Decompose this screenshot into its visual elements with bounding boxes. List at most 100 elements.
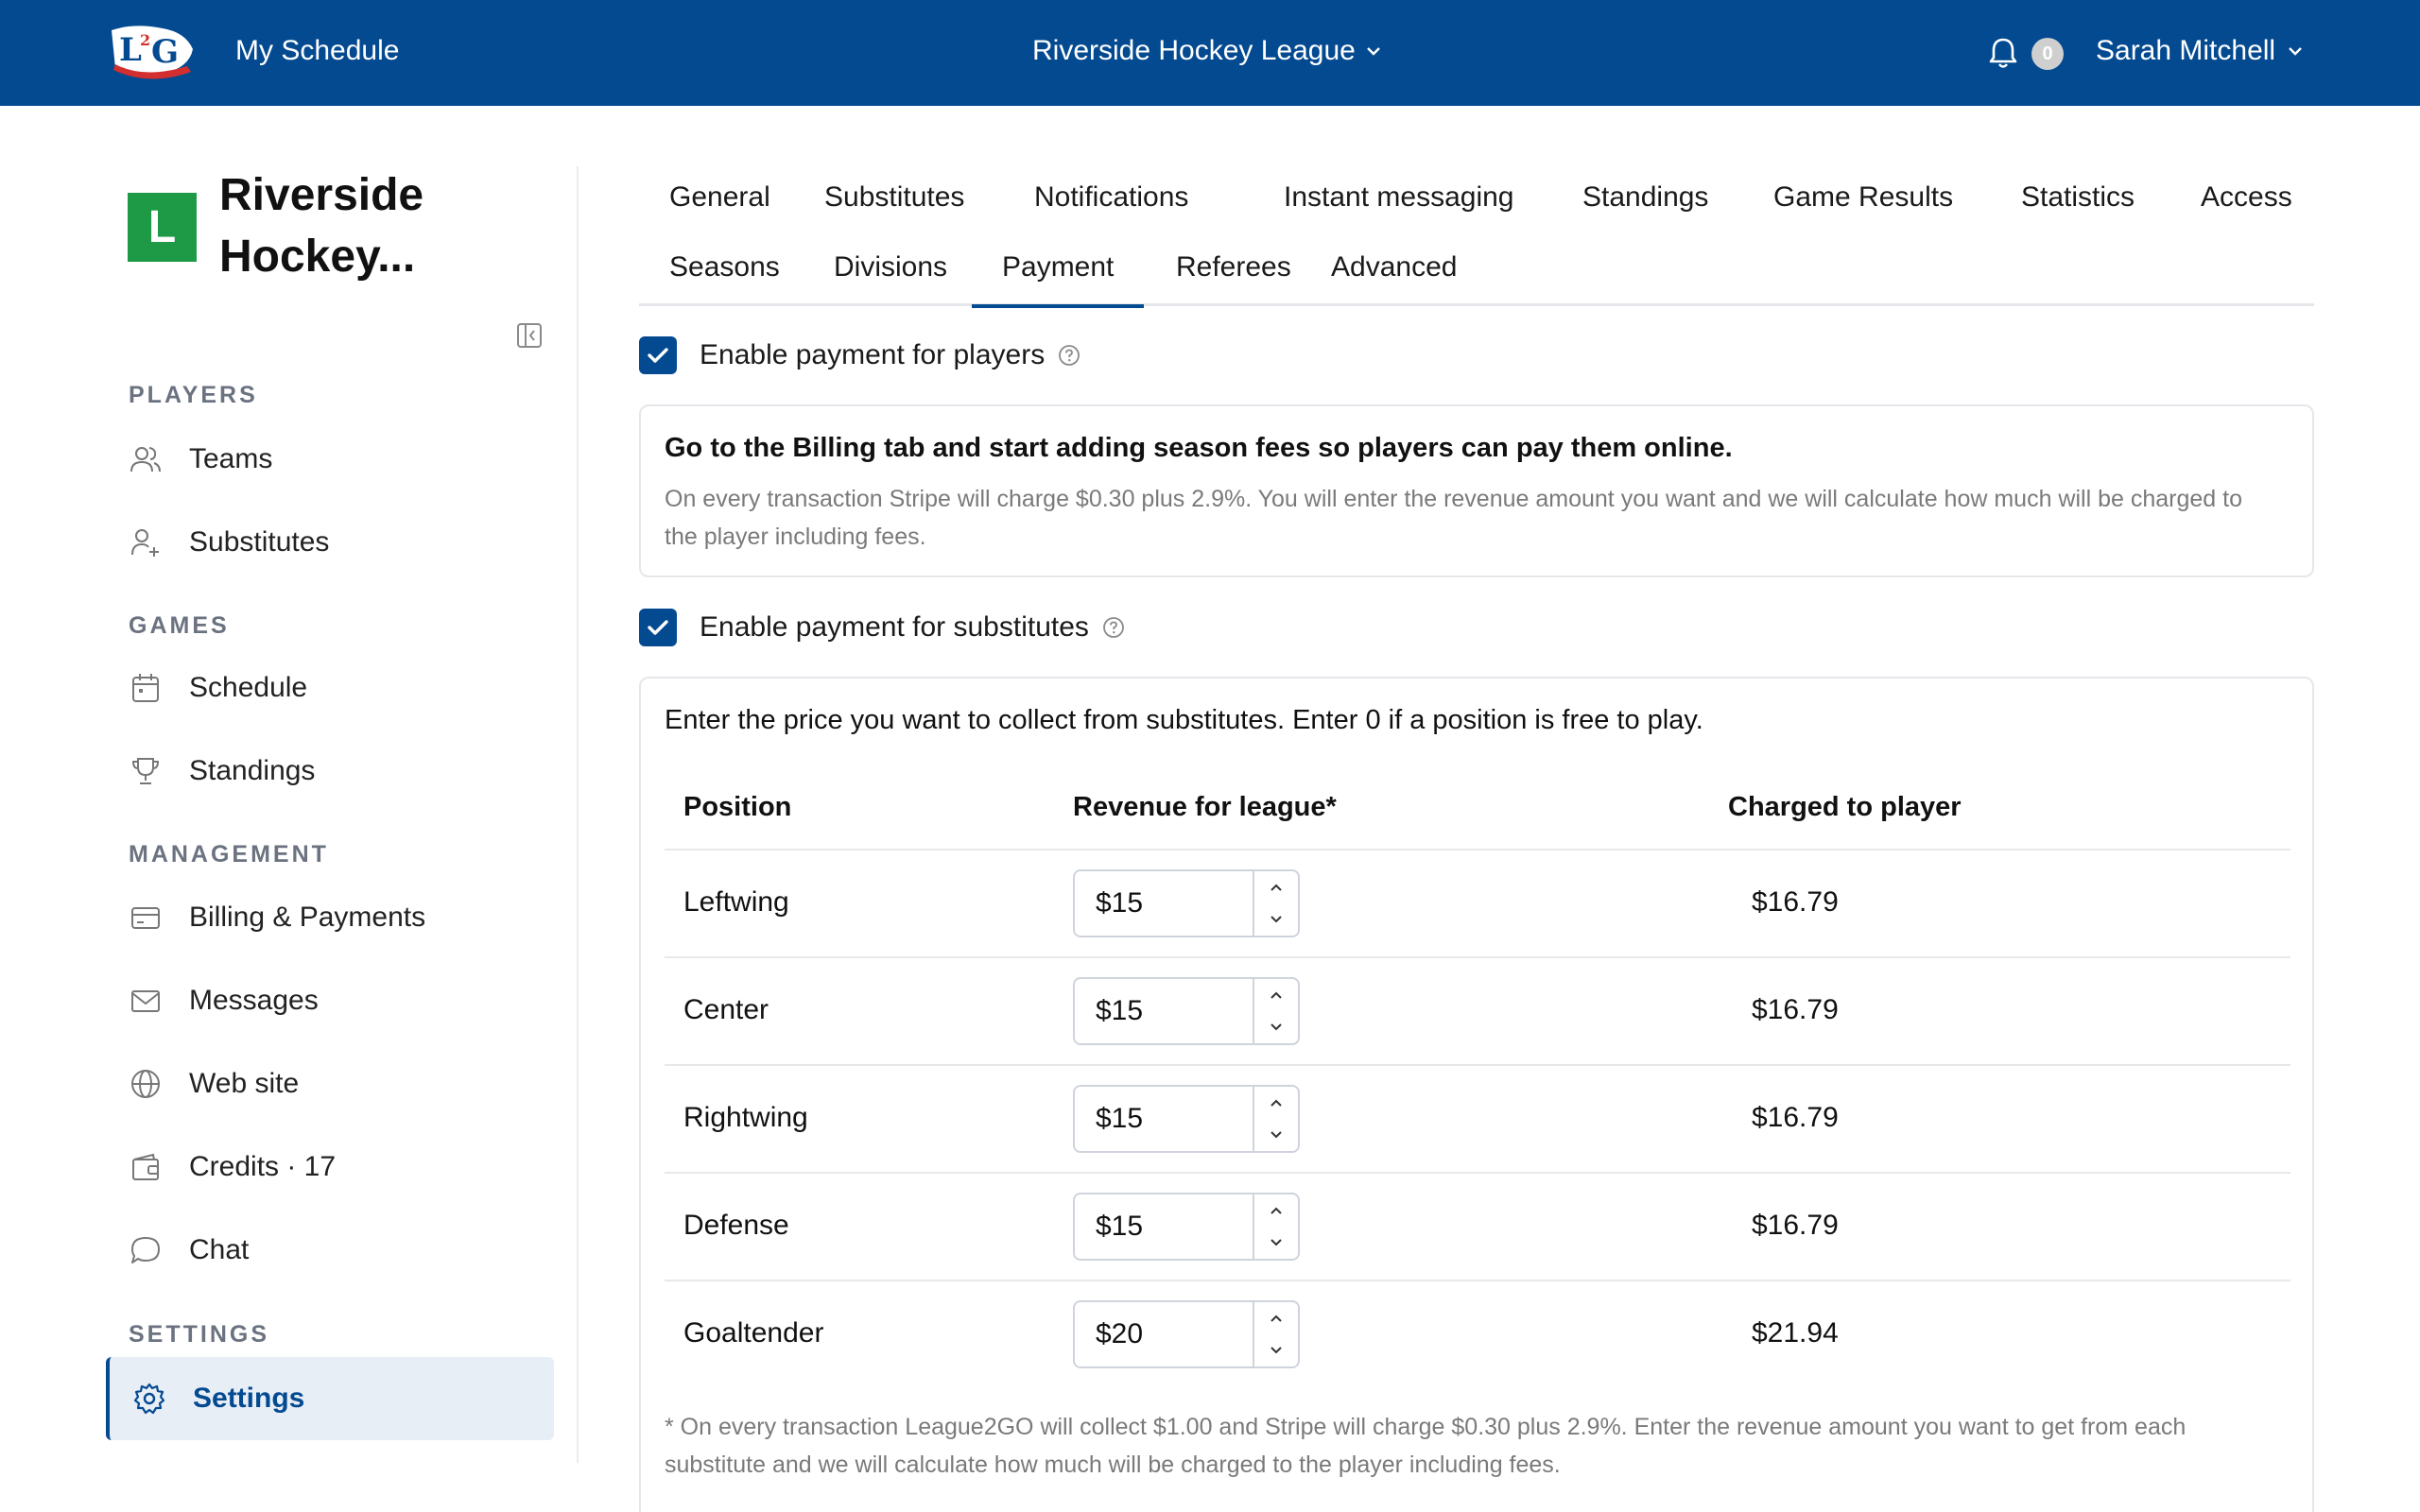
revenue-input[interactable]: $15 — [1075, 871, 1253, 936]
substitutes-pricing-box: Enter the price you want to collect from… — [639, 677, 2314, 1512]
sidebar-item-label: Teams — [189, 443, 273, 474]
decrement-button[interactable] — [1254, 1227, 1298, 1259]
tab-game-results[interactable]: Game Results — [1743, 174, 1983, 221]
enable-payment-players-checkbox[interactable]: Enable payment for players — [639, 336, 1080, 374]
increment-button[interactable] — [1254, 1302, 1298, 1334]
tab-standings[interactable]: Standings — [1552, 174, 1738, 221]
league-name: Riverside Hockey League — [1032, 35, 1356, 66]
tab-general[interactable]: General — [639, 174, 801, 221]
info-title: Go to the Billing tab and start adding s… — [665, 433, 1733, 463]
charged-to-player: $16.79 — [1752, 1102, 1839, 1133]
checkbox-checked[interactable] — [639, 336, 677, 374]
chevron-down-icon — [1270, 1347, 1282, 1354]
tab-referees[interactable]: Referees — [1146, 244, 1322, 291]
section-title-management: MANAGEMENT — [129, 841, 329, 868]
mail-icon — [131, 990, 160, 1012]
charged-to-player: $16.79 — [1752, 886, 1839, 918]
settings-tabs: General Substitutes Notifications Instan… — [639, 170, 2314, 308]
revenue-input[interactable]: $20 — [1075, 1302, 1253, 1366]
section-title-settings: SETTINGS — [129, 1321, 270, 1348]
chevron-down-icon — [1270, 1239, 1282, 1246]
sidebar-item-substitutes[interactable]: Substitutes — [106, 502, 554, 583]
chevron-up-icon — [1270, 991, 1282, 999]
increment-button[interactable] — [1254, 979, 1298, 1011]
tab-statistics[interactable]: Statistics — [1991, 174, 2165, 221]
increment-button[interactable] — [1254, 1194, 1298, 1227]
position-name: Rightwing — [683, 1102, 808, 1133]
chevron-up-icon — [1270, 1099, 1282, 1107]
decrement-button[interactable] — [1254, 903, 1298, 936]
sidebar-divider — [577, 166, 579, 1463]
tab-substitutes[interactable]: Substitutes — [794, 174, 994, 221]
decrement-button[interactable] — [1254, 1119, 1298, 1151]
gear-icon — [133, 1383, 165, 1415]
tab-access[interactable]: Access — [2170, 174, 2323, 221]
revenue-stepper[interactable]: $15 — [1073, 1085, 1300, 1153]
checkbox-checked[interactable] — [639, 609, 677, 646]
sidebar-item-schedule[interactable]: Schedule — [106, 647, 554, 729]
help-circle-icon[interactable] — [1102, 616, 1125, 639]
decrement-button[interactable] — [1254, 1334, 1298, 1366]
chevron-up-icon — [1270, 1314, 1282, 1322]
table-row: Defense $15 $16.79 — [665, 1172, 2290, 1280]
sidebar-item-standings[interactable]: Standings — [106, 730, 554, 812]
enable-payment-substitutes-checkbox[interactable]: Enable payment for substitutes — [639, 609, 1125, 646]
sidebar-item-billing[interactable]: Billing & Payments — [106, 877, 554, 958]
sidebar-item-messages[interactable]: Messages — [106, 960, 554, 1041]
increment-button[interactable] — [1254, 871, 1298, 903]
checkmark-icon — [648, 620, 668, 635]
sidebar-item-label: Web site — [189, 1068, 300, 1099]
chat-bubble-icon — [131, 1237, 160, 1263]
subs-intro-text: Enter the price you want to collect from… — [665, 705, 1703, 735]
tab-notifications[interactable]: Notifications — [1004, 174, 1219, 221]
revenue-stepper[interactable]: $20 — [1073, 1300, 1300, 1368]
players-payment-info: Go to the Billing tab and start adding s… — [639, 404, 2314, 577]
revenue-input[interactable]: $15 — [1075, 1087, 1253, 1151]
revenue-stepper[interactable]: $15 — [1073, 1193, 1300, 1261]
chevron-down-icon — [1367, 47, 1380, 56]
sidebar-item-chat[interactable]: Chat — [106, 1210, 554, 1291]
revenue-stepper[interactable]: $15 — [1073, 977, 1300, 1045]
tab-advanced[interactable]: Advanced — [1301, 244, 1487, 291]
checkbox-label: Enable payment for players — [700, 339, 1046, 370]
sidebar-item-label: Substitutes — [189, 526, 330, 558]
sidebar-item-label: Billing & Payments — [189, 902, 426, 933]
revenue-input[interactable]: $15 — [1075, 979, 1253, 1043]
org-name: Riverside Hockey... — [219, 170, 424, 282]
tab-divisions[interactable]: Divisions — [804, 244, 977, 291]
league2go-logo[interactable]: L 2 G — [106, 21, 199, 81]
table-row: Center $15 $16.79 — [665, 956, 2290, 1064]
checkmark-icon — [648, 348, 668, 363]
credit-card-icon — [131, 907, 160, 929]
position-name: Center — [683, 994, 769, 1025]
revenue-input[interactable]: $15 — [1075, 1194, 1253, 1259]
info-text: On every transaction Stripe will charge … — [665, 486, 2242, 550]
user-menu[interactable]: Sarah Mitchell — [2096, 34, 2304, 68]
globe-icon — [131, 1070, 160, 1098]
chevron-down-icon — [1270, 1131, 1282, 1139]
sidebar-item-teams[interactable]: Teams — [106, 419, 554, 500]
tab-seasons[interactable]: Seasons — [639, 244, 810, 291]
svg-text:L: L — [119, 31, 142, 69]
help-circle-icon[interactable] — [1058, 344, 1080, 367]
trophy-icon — [131, 758, 160, 784]
sidebar-item-website[interactable]: Web site — [106, 1043, 554, 1125]
calendar-icon — [132, 674, 159, 702]
position-name: Leftwing — [683, 886, 789, 918]
svg-text:G: G — [151, 33, 179, 71]
league-selector[interactable]: Riverside Hockey League — [1032, 34, 1382, 68]
increment-button[interactable] — [1254, 1087, 1298, 1119]
tab-instant-messaging[interactable]: Instant messaging — [1253, 174, 1544, 221]
my-schedule-link[interactable]: My Schedule — [235, 34, 399, 68]
section-title-players: PLAYERS — [129, 382, 258, 408]
tab-payment[interactable]: Payment — [972, 244, 1145, 308]
revenue-stepper[interactable]: $15 — [1073, 869, 1300, 937]
chevron-down-icon — [1270, 916, 1282, 923]
sidebar-collapse-icon[interactable] — [515, 321, 544, 350]
sidebar-item-credits[interactable]: Credits · 17 — [106, 1126, 554, 1208]
decrement-button[interactable] — [1254, 1011, 1298, 1043]
charged-to-player: $16.79 — [1752, 994, 1839, 1025]
sidebar-item-settings[interactable]: Settings — [106, 1357, 554, 1440]
bell-icon[interactable] — [1987, 36, 2019, 70]
checkbox-label: Enable payment for substitutes — [700, 611, 1089, 643]
